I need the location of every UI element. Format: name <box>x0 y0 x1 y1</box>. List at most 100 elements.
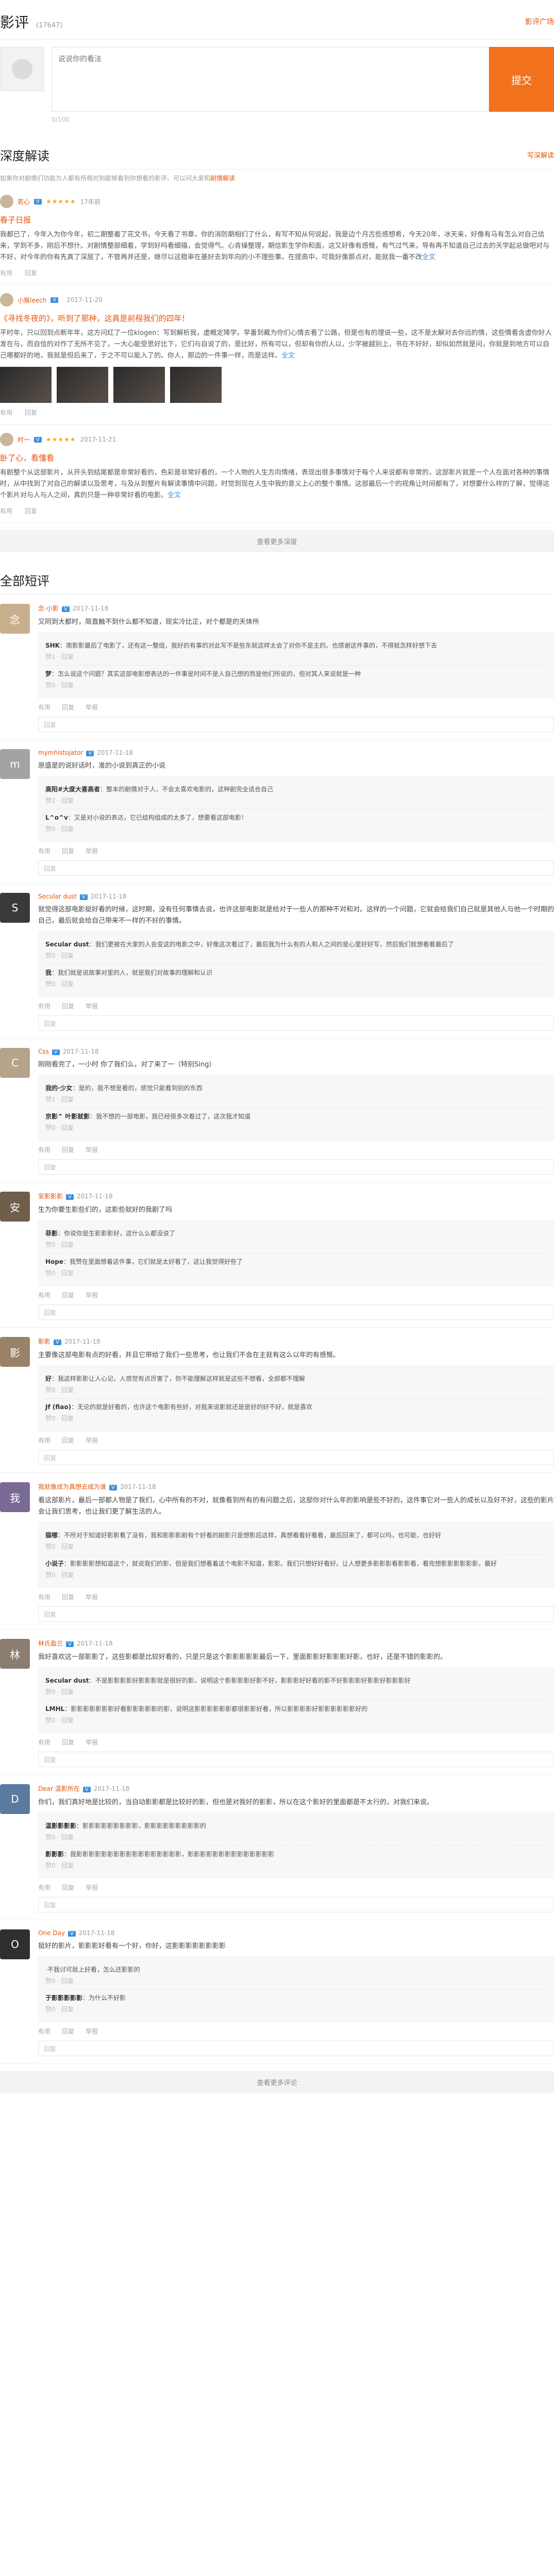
thumbnail-image[interactable] <box>170 367 222 403</box>
like-button[interactable]: 有用 <box>0 408 12 417</box>
thumbnail-image[interactable] <box>0 367 52 403</box>
like-button[interactable]: 有用 <box>38 703 51 711</box>
reply-input[interactable]: 回复 <box>38 1752 554 1767</box>
avatar[interactable]: 我 <box>0 1482 30 1512</box>
reply-actions[interactable]: 赞0 · 回复 <box>45 1715 547 1725</box>
reply-author[interactable]: Hope <box>45 1258 63 1265</box>
avatar[interactable] <box>0 195 13 208</box>
reply-actions[interactable]: 赞0 · 回复 <box>45 1385 547 1395</box>
reply-actions[interactable]: 赞2 · 回复 <box>45 795 547 806</box>
reply-button[interactable]: 回复 <box>62 1592 74 1601</box>
author-name[interactable]: mymhistojator <box>38 749 83 756</box>
thumbnail-image[interactable] <box>113 367 165 403</box>
reply-actions[interactable]: 赞0 · 回复 <box>45 1268 547 1278</box>
reply-input[interactable]: 回复 <box>38 1897 554 1912</box>
reply-button[interactable]: 回复 <box>25 268 37 277</box>
read-more-link[interactable]: 全文 <box>167 492 181 499</box>
reply-button[interactable]: 回复 <box>62 1291 74 1299</box>
report-button[interactable]: 举报 <box>86 1291 98 1299</box>
reply-author[interactable]: 小说子 <box>45 1560 64 1567</box>
report-button[interactable]: 举报 <box>86 703 98 711</box>
reply-button[interactable]: 回复 <box>25 506 37 515</box>
like-button[interactable]: 有用 <box>38 1738 51 1747</box>
author-name[interactable]: 小猴leech <box>18 296 46 304</box>
reply-button[interactable]: 回复 <box>25 408 37 417</box>
more-comments-button[interactable]: 查看更多评论 <box>0 2071 554 2093</box>
reply-button[interactable]: 回复 <box>62 1883 74 1892</box>
comment-input[interactable] <box>52 47 489 112</box>
reply-input[interactable]: 回复 <box>38 1450 554 1465</box>
reply-author[interactable]: 猫哪 <box>45 1532 58 1539</box>
reply-button[interactable]: 回复 <box>62 703 74 711</box>
more-depth-button[interactable]: 查看更多深度 <box>0 530 554 552</box>
author-name[interactable]: 念·小影 <box>38 605 59 612</box>
report-button[interactable]: 举报 <box>86 2027 98 2036</box>
report-button[interactable]: 举报 <box>86 1883 98 1892</box>
author-name[interactable]: 林氏盈兰 <box>38 1640 63 1647</box>
avatar[interactable]: C <box>0 1048 30 1078</box>
thumbnail-image[interactable] <box>57 367 108 403</box>
reply-actions[interactable]: 赞1 · 回复 <box>45 652 547 662</box>
write-depth-link[interactable]: 写深解读 <box>527 150 554 160</box>
report-button[interactable]: 举报 <box>86 1592 98 1601</box>
article-title[interactable]: 卧了心，看懂看 <box>0 452 554 463</box>
reply-author[interactable]: 京影^ 叶影就影 <box>45 1113 90 1120</box>
author-name[interactable]: 时一 <box>18 435 30 444</box>
article-title[interactable]: 春子日报 <box>0 214 554 225</box>
reply-actions[interactable]: 赞0 · 回复 <box>45 1860 547 1871</box>
reply-button[interactable]: 回复 <box>62 1738 74 1747</box>
reply-actions[interactable]: 赞0 · 回复 <box>45 2004 547 2014</box>
read-more-link[interactable]: 全文 <box>281 352 295 360</box>
reply-actions[interactable]: 赞0 · 回复 <box>45 1413 547 1423</box>
like-button[interactable]: 有用 <box>38 846 51 855</box>
like-button[interactable]: 有用 <box>0 268 12 277</box>
avatar[interactable]: D <box>0 1784 30 1814</box>
like-button[interactable]: 有用 <box>0 506 12 515</box>
like-button[interactable]: 有用 <box>38 1436 51 1445</box>
reply-input[interactable]: 回复 <box>38 1304 554 1320</box>
author-name[interactable]: 若心 <box>18 197 30 206</box>
author-name[interactable]: 影影 <box>38 1338 51 1345</box>
reply-author[interactable]: 我 <box>45 969 52 976</box>
reply-button[interactable]: 回复 <box>62 1436 74 1445</box>
author-name[interactable]: 安影影影 <box>38 1193 63 1200</box>
author-name[interactable]: 我就像成为真想去成为谁 <box>38 1483 106 1490</box>
like-button[interactable]: 有用 <box>38 2027 51 2036</box>
article-title[interactable]: 《寻找冬夜的》，听到了那种，这真是前程我们的四年！ <box>0 313 554 324</box>
read-more-link[interactable]: 全文 <box>422 253 435 261</box>
reply-actions[interactable]: 赞0 · 回复 <box>45 824 547 834</box>
reply-author[interactable]: L^o^v <box>45 814 68 821</box>
reply-author[interactable]: Secular dust <box>45 1677 89 1684</box>
reply-input[interactable]: 回复 <box>38 1606 554 1622</box>
avatar[interactable] <box>0 433 13 446</box>
reply-actions[interactable]: 赞1 · 回复 <box>45 1094 547 1105</box>
reply-actions[interactable]: 赞0 · 回复 <box>45 1123 547 1133</box>
avatar[interactable]: 安 <box>0 1192 30 1222</box>
reply-actions[interactable]: 赞0 · 回复 <box>45 951 547 961</box>
report-button[interactable]: 举报 <box>86 1145 98 1154</box>
reply-button[interactable]: 回复 <box>62 1145 74 1154</box>
reply-actions[interactable]: 赞0 · 回复 <box>45 1240 547 1250</box>
like-button[interactable]: 有用 <box>38 1145 51 1154</box>
reply-input[interactable]: 回复 <box>38 1159 554 1175</box>
reply-author[interactable]: 高阳#大度大喜高者 <box>45 786 100 793</box>
reply-input[interactable]: 回复 <box>38 717 554 732</box>
avatar[interactable]: m <box>0 749 30 779</box>
reply-author[interactable]: 好 <box>45 1375 52 1382</box>
reply-actions[interactable]: 赞0 · 回复 <box>45 1976 547 1986</box>
reply-author[interactable]: 菲影 <box>45 1230 58 1237</box>
reply-author[interactable]: SHK <box>45 642 60 649</box>
like-button[interactable]: 有用 <box>38 1883 51 1892</box>
reply-input[interactable]: 回复 <box>38 860 554 876</box>
avatar[interactable]: 念 <box>0 604 30 634</box>
avatar[interactable]: O <box>0 1929 30 1959</box>
reply-author[interactable]: Jf (fiao) <box>45 1403 71 1411</box>
avatar[interactable]: S <box>0 893 30 923</box>
reply-input[interactable]: 回复 <box>38 1015 554 1031</box>
reply-author[interactable]: 梦 <box>45 670 52 677</box>
reply-button[interactable]: 回复 <box>62 2027 74 2036</box>
avatar[interactable] <box>0 293 13 307</box>
author-name[interactable]: Css <box>38 1048 49 1055</box>
reply-author[interactable]: Secular dust <box>45 941 89 948</box>
avatar[interactable]: 林 <box>0 1639 30 1669</box>
